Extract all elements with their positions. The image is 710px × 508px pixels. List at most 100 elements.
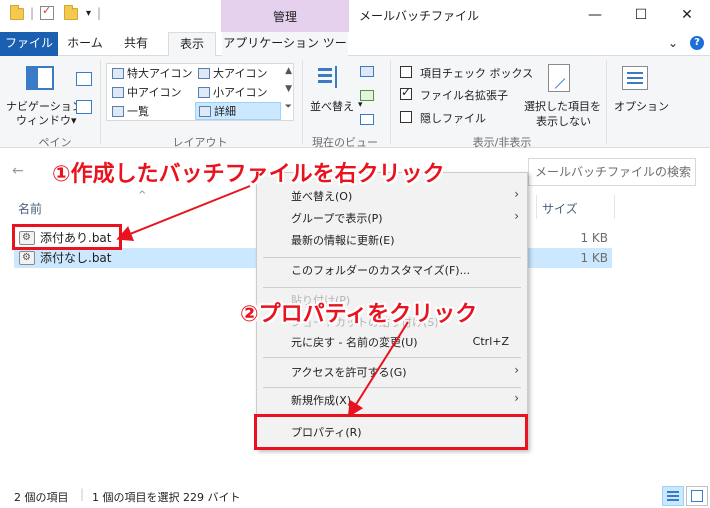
highlight-box-file	[12, 224, 122, 250]
options-icon	[622, 66, 648, 90]
maximize-button[interactable]: ☐	[618, 0, 664, 32]
sort-icon	[318, 66, 340, 90]
sort-button[interactable]: 並べ替え	[310, 98, 354, 114]
batch-file-icon	[19, 248, 35, 268]
large-icons-view-button[interactable]	[686, 486, 708, 506]
details-view-button[interactable]	[662, 486, 684, 506]
annotation-step2: ②プロパティをクリック	[240, 302, 478, 327]
tab-share[interactable]: 共有	[116, 32, 156, 56]
ribbon-expand-icon[interactable]: ⌄	[668, 36, 678, 50]
status-bar: 2 個の項目 | 1 個の項目を選択 229 バイト	[0, 484, 710, 508]
title-bar: | ✓ ▾ | 管理 メールバッチファイル — ☐ ✕	[0, 0, 710, 32]
details-pane-icon[interactable]	[76, 100, 92, 114]
menu-label: 並べ替え(O)	[291, 190, 353, 203]
navigation-pane-icon	[26, 66, 54, 90]
layout-gallery: 特大アイコン 大アイコン 中アイコン 小アイコン 一覧 詳細 ▲ ▼ ⏷	[106, 63, 294, 121]
details-icon	[199, 106, 211, 117]
submenu-arrow-icon: ›	[514, 209, 519, 223]
layout-list[interactable]: 一覧	[109, 103, 195, 121]
column-separator[interactable]	[536, 195, 537, 219]
gallery-scroll-down-icon[interactable]: ▼	[285, 84, 292, 94]
file-name: 添付なし.bat	[40, 251, 112, 265]
layout-small-icons[interactable]: 小アイコン	[195, 84, 281, 102]
new-folder-quick-icon[interactable]	[64, 5, 78, 20]
folder-icon	[10, 5, 24, 20]
layout-item-label: 一覧	[127, 105, 149, 118]
gallery-scroll-up-icon[interactable]: ▲	[285, 66, 292, 76]
hidden-files-toggle[interactable]	[400, 111, 412, 123]
menu-item-refresh[interactable]: 最新の情報に更新(E)	[291, 231, 395, 251]
layout-medium-icons[interactable]: 中アイコン	[109, 84, 195, 102]
hidden-files-label: 隠しファイル	[420, 112, 486, 125]
menu-item-give-access[interactable]: アクセスを許可する(G)	[291, 363, 407, 383]
menu-item-group-by[interactable]: グループで表示(P)	[291, 209, 383, 229]
extra-large-icons-icon	[112, 68, 124, 79]
size-columns-icon[interactable]	[360, 114, 374, 125]
menu-item-customize-folder[interactable]: このフォルダーのカスタマイズ(F)...	[291, 261, 470, 281]
add-columns-icon[interactable]	[360, 90, 374, 101]
layout-details[interactable]: 詳細	[195, 102, 281, 120]
group-by-icon[interactable]	[360, 66, 374, 77]
group-label-layout: レイアウト	[172, 136, 228, 149]
minimize-button[interactable]: —	[572, 0, 618, 32]
quick-access-dropdown-icon[interactable]: ▾	[86, 8, 91, 19]
menu-label: グループで表示(P)	[291, 212, 383, 225]
menu-item-undo-rename[interactable]: 元に戻す - 名前の変更(U)	[291, 333, 418, 353]
submenu-arrow-icon: ›	[514, 363, 519, 377]
sort-dropdown-icon[interactable]: ▾	[358, 100, 363, 110]
menu-separator	[263, 387, 521, 388]
menu-separator	[263, 357, 521, 358]
submenu-arrow-icon: ›	[514, 187, 519, 201]
help-icon[interactable]: ?	[690, 36, 704, 50]
group-label-pane: ペイン	[38, 136, 72, 149]
tab-view[interactable]: 表示	[168, 32, 216, 57]
close-button[interactable]: ✕	[664, 0, 710, 32]
group-separator	[606, 60, 607, 144]
list-icon	[112, 106, 124, 117]
tab-application-tools[interactable]: アプリケーション ツール	[222, 32, 348, 72]
highlight-box-properties	[254, 414, 528, 450]
ribbon: ナビゲーション ウィンドウ▾ ペイン 特大アイコン 大アイコン 中アイコン 小ア…	[0, 56, 710, 149]
annotation-step1: ①作成したバッチファイルを右クリック	[52, 162, 445, 187]
manage-context-tab[interactable]: 管理	[221, 0, 349, 32]
tab-file[interactable]: ファイル	[0, 32, 58, 56]
group-separator	[390, 60, 391, 144]
layout-item-label: 特大アイコン	[127, 67, 193, 80]
navigation-pane-dropdown[interactable]: ウィンドウ▾	[16, 112, 77, 128]
layout-item-label: 中アイコン	[127, 86, 182, 99]
undo-shortcut-text: Ctrl+Z	[472, 335, 509, 348]
preview-pane-icon[interactable]	[76, 72, 92, 86]
layout-extra-large-icons[interactable]: 特大アイコン	[109, 65, 195, 83]
layout-item-label: 詳細	[214, 105, 236, 118]
item-count: 2 個の項目	[14, 491, 69, 504]
menu-separator	[263, 257, 521, 258]
hide-selected-icon	[548, 64, 570, 92]
gallery-more-icon[interactable]: ⏷	[285, 102, 292, 112]
back-arrow-icon[interactable]: ←	[12, 163, 24, 179]
menu-item-sort[interactable]: 並べ替え(O)	[291, 187, 352, 207]
search-input[interactable]: メールバッチファイルの検索	[528, 158, 696, 186]
selection-info: 1 個の項目を選択 229 バイト	[92, 491, 241, 504]
group-label-show-hide: 表示/非表示	[472, 136, 532, 149]
file-extension-toggle[interactable]	[400, 85, 412, 100]
menu-item-new[interactable]: 新規作成(X)	[291, 391, 351, 411]
file-size: 1 KB	[580, 251, 608, 265]
column-header-size[interactable]: サイズ	[542, 200, 578, 217]
separator: |	[97, 6, 102, 20]
tab-home[interactable]: ホーム	[62, 32, 108, 56]
column-separator[interactable]	[614, 195, 615, 219]
separator: |	[80, 487, 85, 501]
hide-selected-button-line2: 表示しない	[536, 115, 591, 128]
item-checkbox-toggle[interactable]	[400, 66, 412, 78]
column-header-name[interactable]: 名前	[18, 200, 42, 217]
group-separator	[302, 60, 303, 144]
properties-quick-icon[interactable]: ✓	[40, 4, 54, 20]
hide-selected-button[interactable]: 選択した項目を	[524, 98, 601, 114]
menu-separator	[263, 287, 521, 288]
separator: |	[30, 6, 35, 20]
options-button[interactable]: オプション	[614, 98, 669, 114]
layout-item-label: 大アイコン	[213, 67, 268, 80]
layout-item-label: 小アイコン	[213, 86, 268, 99]
layout-large-icons[interactable]: 大アイコン	[195, 65, 281, 83]
file-size: 1 KB	[580, 231, 608, 245]
